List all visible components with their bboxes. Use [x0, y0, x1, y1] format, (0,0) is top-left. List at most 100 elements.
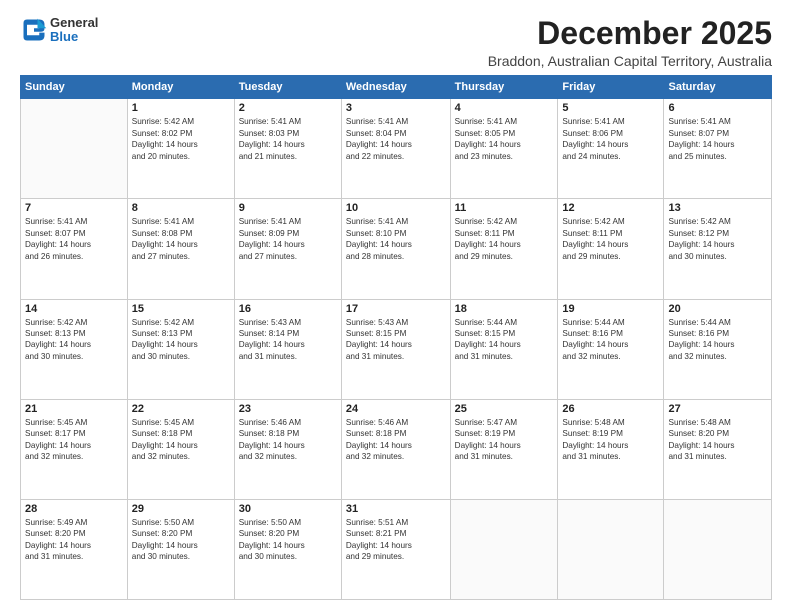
- logo-line1: General: [50, 16, 98, 30]
- calendar-cell: 10 Sunrise: 5:41 AM Sunset: 8:10 PM Dayli…: [341, 199, 450, 299]
- logo-icon: [20, 16, 48, 44]
- day-number: 6: [668, 102, 767, 114]
- day-info: Sunrise: 5:46 AM Sunset: 8:18 PM Dayligh…: [239, 417, 337, 463]
- day-number: 2: [239, 102, 337, 114]
- col-header-tuesday: Tuesday: [234, 76, 341, 99]
- day-info: Sunrise: 5:44 AM Sunset: 8:16 PM Dayligh…: [562, 317, 659, 363]
- calendar-cell: 30 Sunrise: 5:50 AM Sunset: 8:20 PM Dayli…: [234, 499, 341, 599]
- day-info: Sunrise: 5:43 AM Sunset: 8:14 PM Dayligh…: [239, 317, 337, 363]
- calendar-cell: 28 Sunrise: 5:49 AM Sunset: 8:20 PM Dayli…: [21, 499, 128, 599]
- day-number: 7: [25, 202, 123, 214]
- day-number: 1: [132, 102, 230, 114]
- day-number: 10: [346, 202, 446, 214]
- day-info: Sunrise: 5:51 AM Sunset: 8:21 PM Dayligh…: [346, 517, 446, 563]
- day-number: 29: [132, 503, 230, 515]
- calendar-cell: 7 Sunrise: 5:41 AM Sunset: 8:07 PM Daylig…: [21, 199, 128, 299]
- day-number: 5: [562, 102, 659, 114]
- day-info: Sunrise: 5:44 AM Sunset: 8:15 PM Dayligh…: [455, 317, 554, 363]
- calendar-cell: 5 Sunrise: 5:41 AM Sunset: 8:06 PM Daylig…: [558, 99, 664, 199]
- calendar-cell: [450, 499, 558, 599]
- calendar-cell: 2 Sunrise: 5:41 AM Sunset: 8:03 PM Daylig…: [234, 99, 341, 199]
- day-number: 27: [668, 403, 767, 415]
- calendar-cell: 11 Sunrise: 5:42 AM Sunset: 8:11 PM Dayli…: [450, 199, 558, 299]
- day-number: 23: [239, 403, 337, 415]
- week-row-0: 1 Sunrise: 5:42 AM Sunset: 8:02 PM Daylig…: [21, 99, 772, 199]
- day-info: Sunrise: 5:47 AM Sunset: 8:19 PM Dayligh…: [455, 417, 554, 463]
- logo: General Blue: [20, 16, 98, 45]
- calendar-cell: 21Sunrise: 5:45 AM Sunset: 8:17 PM Dayli…: [21, 399, 128, 499]
- day-number: 11: [455, 202, 554, 214]
- day-info: Sunrise: 5:42 AM Sunset: 8:02 PM Dayligh…: [132, 116, 230, 162]
- day-info: Sunrise: 5:48 AM Sunset: 8:19 PM Dayligh…: [562, 417, 659, 463]
- calendar-cell: 29 Sunrise: 5:50 AM Sunset: 8:20 PM Dayli…: [127, 499, 234, 599]
- calendar-cell: 22 Sunrise: 5:45 AM Sunset: 8:18 PM Dayli…: [127, 399, 234, 499]
- calendar-table: SundayMondayTuesdayWednesdayThursdayFrid…: [20, 75, 772, 600]
- day-number: 3: [346, 102, 446, 114]
- day-number: 30: [239, 503, 337, 515]
- day-info: Sunrise: 5:42 AM Sunset: 8:13 PM Dayligh…: [132, 317, 230, 363]
- day-info: Sunrise: 5:50 AM Sunset: 8:20 PM Dayligh…: [239, 517, 337, 563]
- day-number: 16: [239, 303, 337, 315]
- day-info: Sunrise: 5:41 AM Sunset: 8:03 PM Dayligh…: [239, 116, 337, 162]
- day-info: Sunrise: 5:50 AM Sunset: 8:20 PM Dayligh…: [132, 517, 230, 563]
- day-number: 4: [455, 102, 554, 114]
- day-number: 26: [562, 403, 659, 415]
- week-row-3: 21Sunrise: 5:45 AM Sunset: 8:17 PM Dayli…: [21, 399, 772, 499]
- day-info: Sunrise: 5:42 AM Sunset: 8:11 PM Dayligh…: [562, 216, 659, 262]
- day-number: 9: [239, 202, 337, 214]
- day-info: Sunrise: 5:46 AM Sunset: 8:18 PM Dayligh…: [346, 417, 446, 463]
- calendar-cell: 20 Sunrise: 5:44 AM Sunset: 8:16 PM Dayli…: [664, 299, 772, 399]
- calendar-cell: 24 Sunrise: 5:46 AM Sunset: 8:18 PM Dayli…: [341, 399, 450, 499]
- day-info: Sunrise: 5:45 AM Sunset: 8:17 PM Dayligh…: [25, 417, 123, 463]
- col-header-saturday: Saturday: [664, 76, 772, 99]
- page: General Blue December 2025 Braddon, Aust…: [0, 0, 792, 612]
- day-number: 19: [562, 303, 659, 315]
- day-info: Sunrise: 5:49 AM Sunset: 8:20 PM Dayligh…: [25, 517, 123, 563]
- col-header-wednesday: Wednesday: [341, 76, 450, 99]
- col-header-sunday: Sunday: [21, 76, 128, 99]
- calendar-cell: [558, 499, 664, 599]
- col-header-thursday: Thursday: [450, 76, 558, 99]
- day-info: Sunrise: 5:42 AM Sunset: 8:12 PM Dayligh…: [668, 216, 767, 262]
- day-number: 15: [132, 303, 230, 315]
- calendar-cell: [664, 499, 772, 599]
- day-info: Sunrise: 5:41 AM Sunset: 8:10 PM Dayligh…: [346, 216, 446, 262]
- calendar-cell: 17Sunrise: 5:43 AM Sunset: 8:15 PM Dayli…: [341, 299, 450, 399]
- calendar-cell: 9Sunrise: 5:41 AM Sunset: 8:09 PM Daylig…: [234, 199, 341, 299]
- day-info: Sunrise: 5:48 AM Sunset: 8:20 PM Dayligh…: [668, 417, 767, 463]
- day-number: 20: [668, 303, 767, 315]
- day-info: Sunrise: 5:41 AM Sunset: 8:08 PM Dayligh…: [132, 216, 230, 262]
- subtitle: Braddon, Australian Capital Territory, A…: [488, 53, 772, 69]
- col-header-friday: Friday: [558, 76, 664, 99]
- day-info: Sunrise: 5:41 AM Sunset: 8:06 PM Dayligh…: [562, 116, 659, 162]
- calendar-cell: 31Sunrise: 5:51 AM Sunset: 8:21 PM Dayli…: [341, 499, 450, 599]
- day-info: Sunrise: 5:41 AM Sunset: 8:07 PM Dayligh…: [668, 116, 767, 162]
- day-number: 14: [25, 303, 123, 315]
- day-info: Sunrise: 5:42 AM Sunset: 8:13 PM Dayligh…: [25, 317, 123, 363]
- day-number: 24: [346, 403, 446, 415]
- day-number: 22: [132, 403, 230, 415]
- logo-text: General Blue: [50, 16, 98, 45]
- day-number: 13: [668, 202, 767, 214]
- day-info: Sunrise: 5:41 AM Sunset: 8:07 PM Dayligh…: [25, 216, 123, 262]
- week-row-2: 14 Sunrise: 5:42 AM Sunset: 8:13 PM Dayli…: [21, 299, 772, 399]
- day-info: Sunrise: 5:45 AM Sunset: 8:18 PM Dayligh…: [132, 417, 230, 463]
- day-info: Sunrise: 5:42 AM Sunset: 8:11 PM Dayligh…: [455, 216, 554, 262]
- calendar-cell: 4 Sunrise: 5:41 AM Sunset: 8:05 PM Daylig…: [450, 99, 558, 199]
- day-info: Sunrise: 5:44 AM Sunset: 8:16 PM Dayligh…: [668, 317, 767, 363]
- day-info: Sunrise: 5:43 AM Sunset: 8:15 PM Dayligh…: [346, 317, 446, 363]
- calendar-header-row: SundayMondayTuesdayWednesdayThursdayFrid…: [21, 76, 772, 99]
- day-info: Sunrise: 5:41 AM Sunset: 8:05 PM Dayligh…: [455, 116, 554, 162]
- day-number: 25: [455, 403, 554, 415]
- calendar-cell: 26 Sunrise: 5:48 AM Sunset: 8:19 PM Dayli…: [558, 399, 664, 499]
- day-info: Sunrise: 5:41 AM Sunset: 8:04 PM Dayligh…: [346, 116, 446, 162]
- calendar-cell: 19 Sunrise: 5:44 AM Sunset: 8:16 PM Dayli…: [558, 299, 664, 399]
- col-header-monday: Monday: [127, 76, 234, 99]
- calendar-cell: 1 Sunrise: 5:42 AM Sunset: 8:02 PM Daylig…: [127, 99, 234, 199]
- week-row-4: 28 Sunrise: 5:49 AM Sunset: 8:20 PM Dayli…: [21, 499, 772, 599]
- calendar-cell: 18Sunrise: 5:44 AM Sunset: 8:15 PM Dayli…: [450, 299, 558, 399]
- calendar-cell: 8Sunrise: 5:41 AM Sunset: 8:08 PM Daylig…: [127, 199, 234, 299]
- calendar-cell: 12Sunrise: 5:42 AM Sunset: 8:11 PM Dayli…: [558, 199, 664, 299]
- day-number: 28: [25, 503, 123, 515]
- week-row-1: 7 Sunrise: 5:41 AM Sunset: 8:07 PM Daylig…: [21, 199, 772, 299]
